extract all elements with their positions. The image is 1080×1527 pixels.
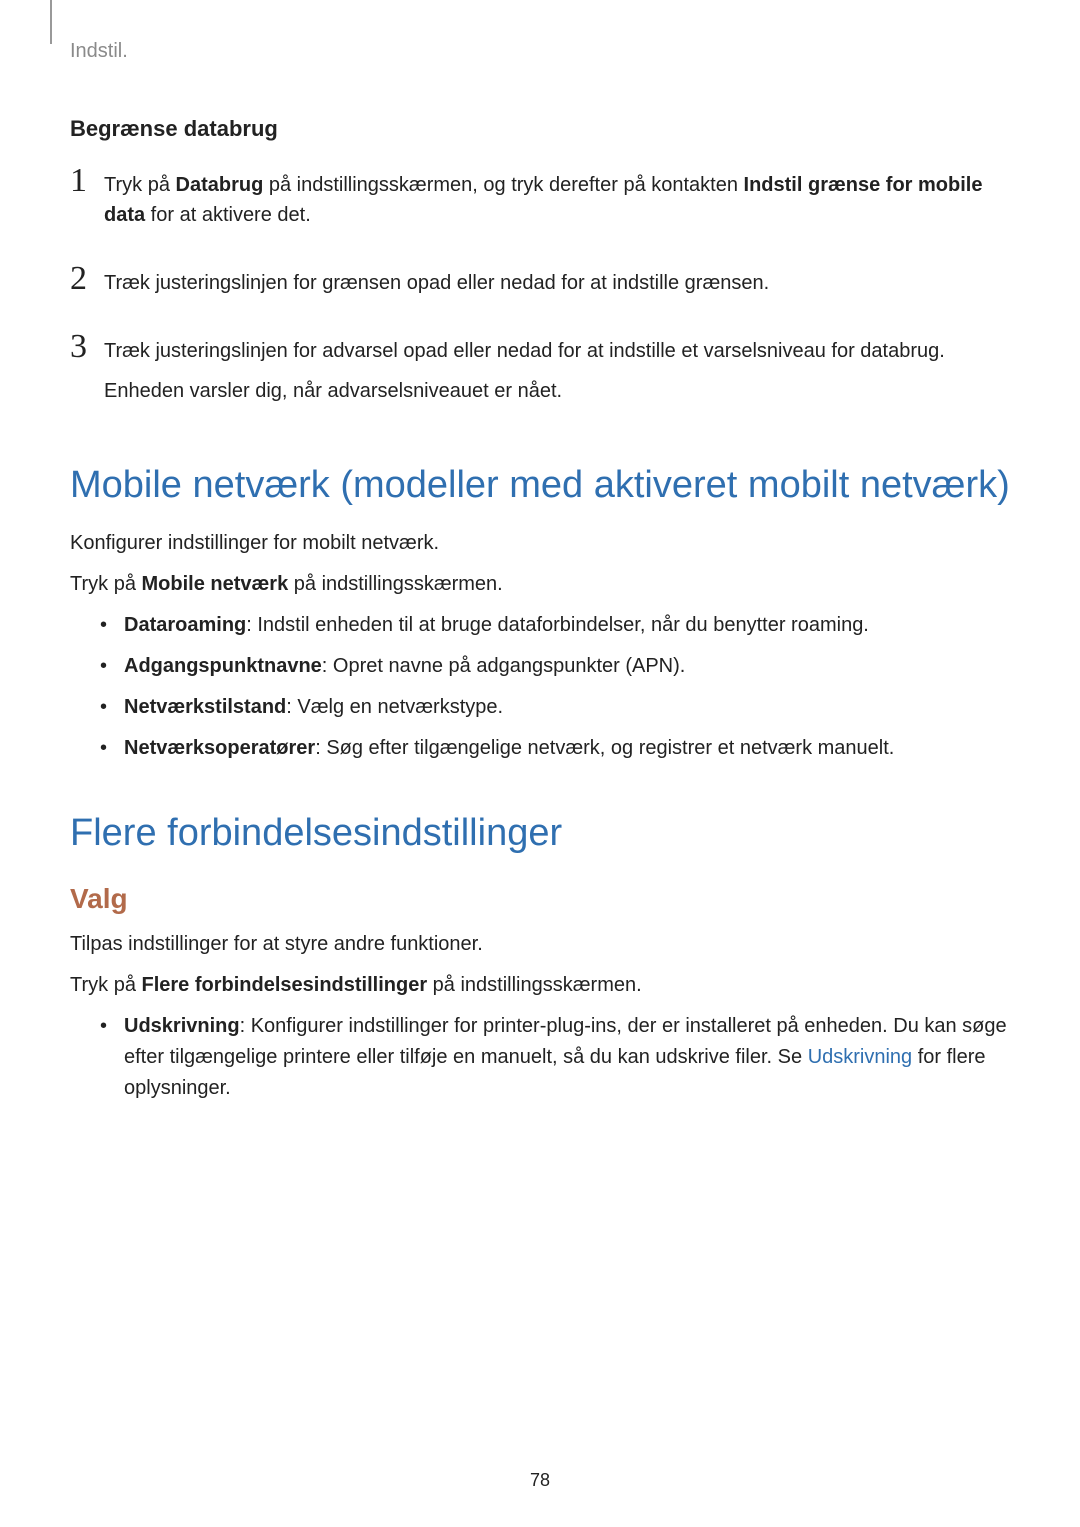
bold-text: Dataroaming <box>124 614 246 636</box>
text: for at aktivere det. <box>145 204 311 226</box>
section-more-connection-heading: Flere forbindelsesindstillinger <box>70 810 1010 858</box>
bold-text: Netværkstilstand <box>124 696 286 718</box>
text: : Vælg en netværkstype. <box>286 696 503 718</box>
header-tab-mark <box>50 0 52 44</box>
text: : Indstil enheden til at bruge dataforbi… <box>246 614 869 636</box>
text: Tryk på <box>70 573 142 595</box>
bold-text: Udskrivning <box>124 1015 240 1037</box>
bold-text: Databrug <box>176 174 264 196</box>
text: Træk justeringslinjen for grænsen opad e… <box>104 268 769 298</box>
list-item: Adgangspunktnavne: Opret navne på adgang… <box>100 651 1010 682</box>
bold-text: Flere forbindelsesindstillinger <box>142 974 428 996</box>
bold-text: Adgangspunktnavne <box>124 655 322 677</box>
step-2: 2 Træk justeringslinjen for grænsen opad… <box>70 268 1010 308</box>
text: Træk justeringslinjen for advarsel opad … <box>104 336 945 366</box>
steps-list: 1 Tryk på Databrug på indstillingsskærme… <box>70 170 1010 416</box>
list-item: Netværksoperatører: Søg efter tilgængeli… <box>100 733 1010 764</box>
bold-text: Mobile netværk <box>142 573 289 595</box>
text: : Søg efter tilgængelige netværk, og reg… <box>315 737 894 759</box>
page: Indstil. Begrænse databrug 1 Tryk på Dat… <box>0 0 1080 1527</box>
mobile-networks-bullets: Dataroaming: Indstil enheden til at brug… <box>100 610 1010 764</box>
paragraph: Tilpas indstillinger for at styre andre … <box>70 929 1010 960</box>
text: på indstillingsskærmen. <box>427 974 642 996</box>
page-number: 78 <box>0 1470 1080 1491</box>
text: på indstillingsskærmen. <box>288 573 503 595</box>
link-printing[interactable]: Udskrivning <box>808 1046 912 1068</box>
paragraph: Tryk på Mobile netværk på indstillingssk… <box>70 569 1010 600</box>
step-number: 2 <box>70 262 104 296</box>
step-number: 1 <box>70 164 104 198</box>
list-item: Udskrivning: Konfigurer indstillinger fo… <box>100 1011 1010 1104</box>
step-body: Tryk på Databrug på indstillingsskærmen,… <box>104 170 1010 240</box>
text: Tryk på <box>70 974 142 996</box>
text: på indstillingsskærmen, og tryk derefter… <box>263 174 743 196</box>
text: Tryk på <box>104 174 176 196</box>
list-item: Dataroaming: Indstil enheden til at brug… <box>100 610 1010 641</box>
step-1: 1 Tryk på Databrug på indstillingsskærme… <box>70 170 1010 240</box>
bold-text: Netværksoperatører <box>124 737 315 759</box>
section-mobile-networks-heading: Mobile netværk (modeller med aktiveret m… <box>70 462 1010 510</box>
step-number: 3 <box>70 330 104 364</box>
step-body: Træk justeringslinjen for advarsel opad … <box>104 336 945 416</box>
text: : Opret navne på adgangspunkter (APN). <box>322 655 686 677</box>
more-connection-bullets: Udskrivning: Konfigurer indstillinger fo… <box>100 1011 1010 1104</box>
text: Enheden varsler dig, når advarselsniveau… <box>104 376 945 406</box>
section-limit-data-heading: Begrænse databrug <box>70 116 1010 142</box>
paragraph: Konfigurer indstillinger for mobilt netv… <box>70 528 1010 559</box>
subsection-options-heading: Valg <box>70 883 1010 915</box>
step-body: Træk justeringslinjen for grænsen opad e… <box>104 268 769 308</box>
paragraph: Tryk på Flere forbindelsesindstillinger … <box>70 970 1010 1001</box>
page-header: Indstil. <box>70 40 1010 66</box>
list-item: Netværkstilstand: Vælg en netværkstype. <box>100 692 1010 723</box>
step-3: 3 Træk justeringslinjen for advarsel opa… <box>70 336 1010 416</box>
breadcrumb: Indstil. <box>70 40 128 62</box>
